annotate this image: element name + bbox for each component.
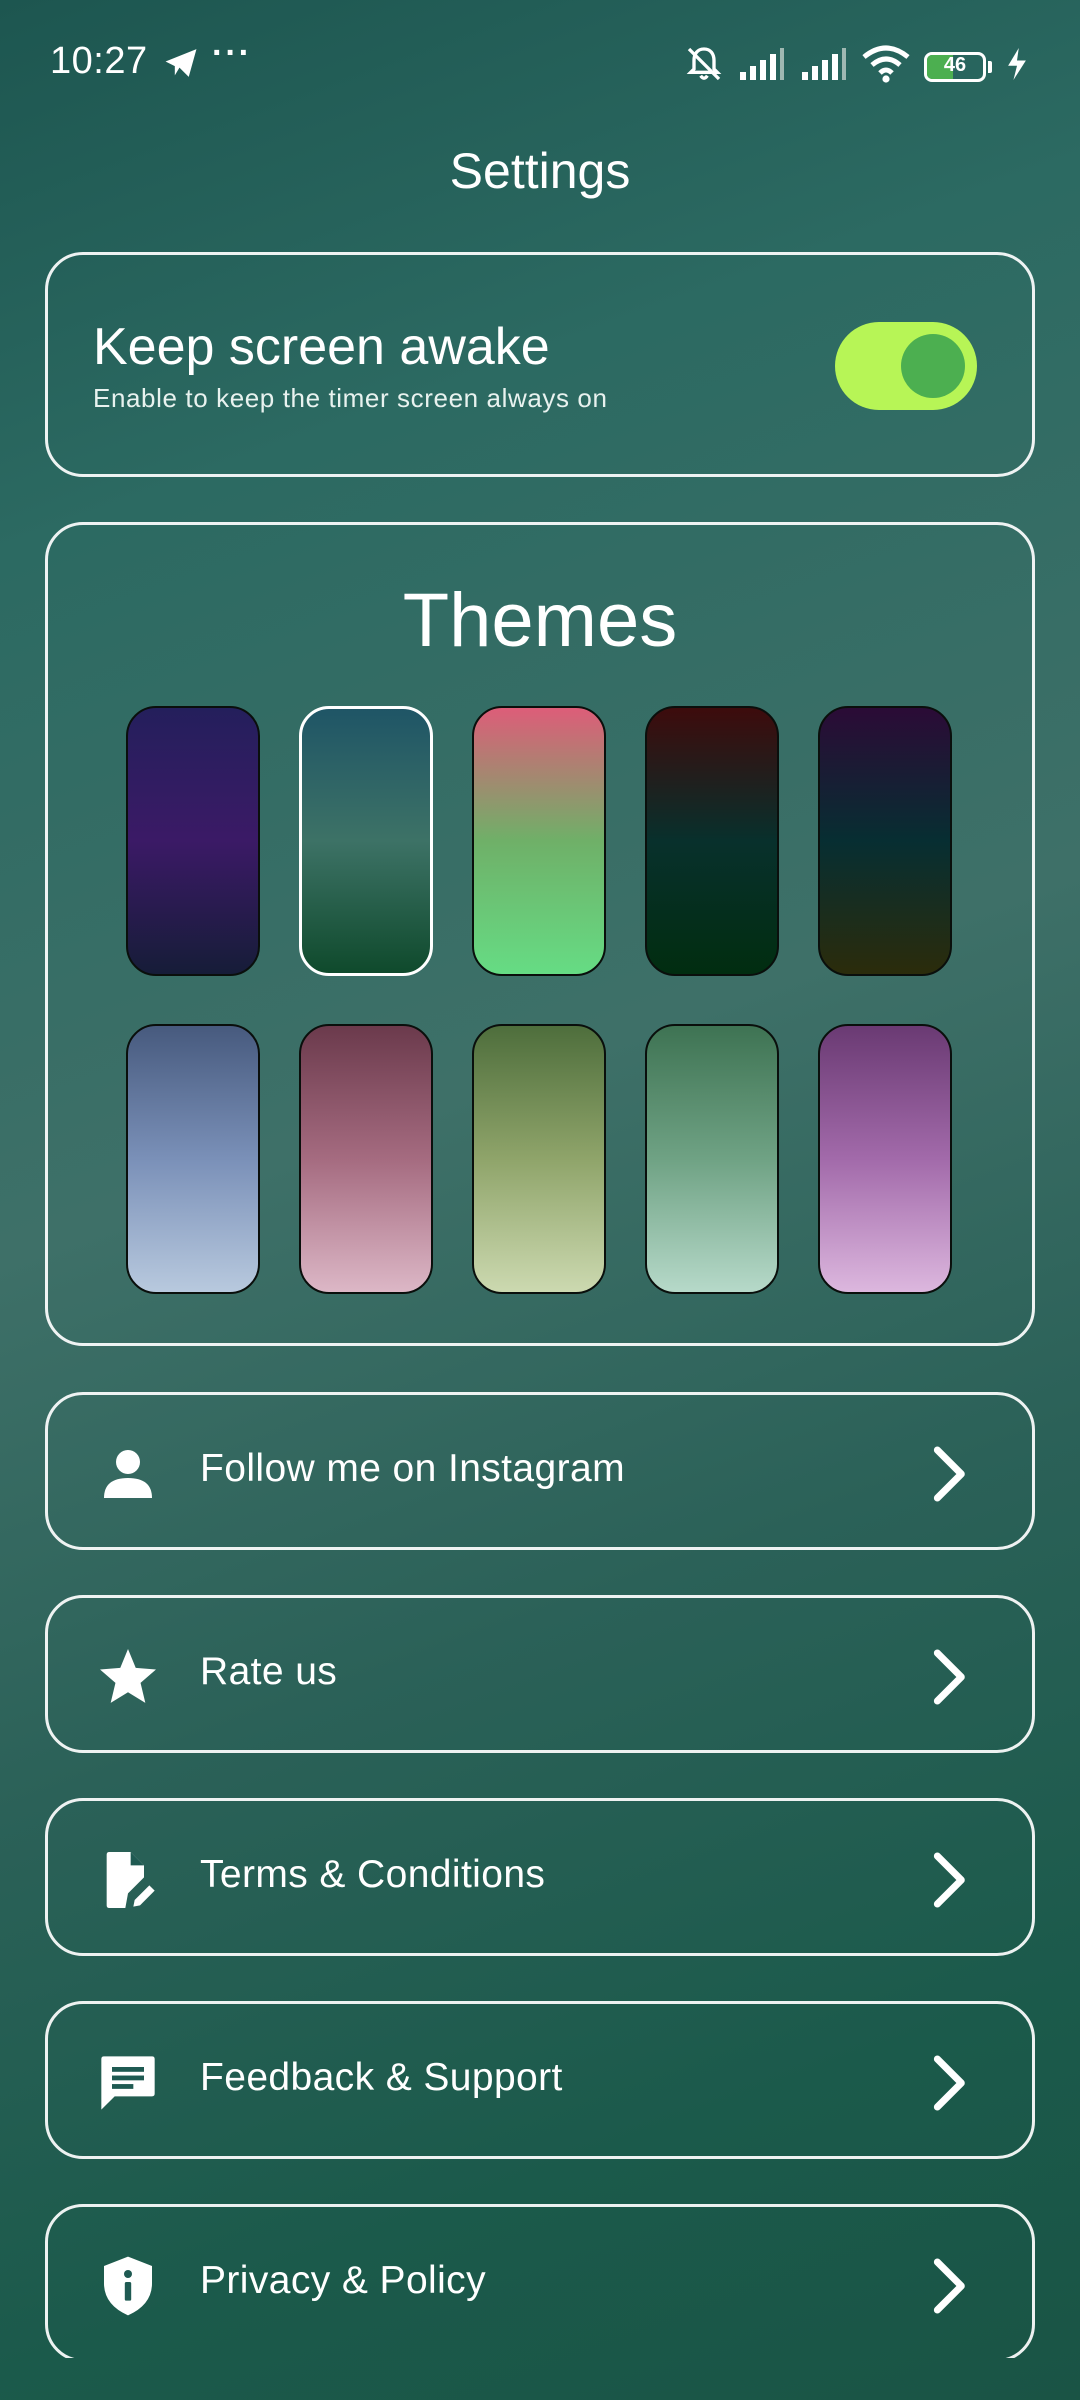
rate-us-row[interactable]: Rate us <box>45 1595 1035 1753</box>
privacy-label: Privacy & Policy <box>200 2259 486 2302</box>
keep-awake-toggle[interactable] <box>835 322 977 410</box>
theme-swatch-plum-olive[interactable] <box>818 706 952 976</box>
keep-awake-title: Keep screen awake <box>93 318 550 376</box>
shield-info-icon <box>96 2254 160 2318</box>
chevron-right-icon <box>916 2051 980 2115</box>
theme-swatch-wine-blush[interactable] <box>299 1024 433 1294</box>
signal-icon-sim1 <box>738 46 786 87</box>
battery-level: 46 <box>943 53 967 76</box>
keep-awake-subtitle: Enable to keep the timer screen always o… <box>93 383 608 413</box>
theme-swatch-moss-sage[interactable] <box>472 1024 606 1294</box>
document-edit-icon <box>96 1848 160 1912</box>
status-time: 10:27 <box>50 40 148 82</box>
battery-icon: 46 <box>924 51 986 82</box>
page-title: Settings <box>449 143 631 199</box>
signal-icon-sim2 <box>800 46 848 87</box>
screen: 10:27 ··· 46 Settings Keep screen awake … <box>0 0 1080 2358</box>
theme-swatch-fern-mist[interactable] <box>645 1024 779 1294</box>
star-icon <box>96 1645 160 1709</box>
chevron-right-icon <box>916 2254 980 2318</box>
terms-label: Terms & Conditions <box>200 1853 546 1896</box>
chat-icon <box>96 2051 160 2115</box>
theme-swatch-teal-forest[interactable] <box>299 706 433 976</box>
themes-card: Themes <box>45 522 1035 1346</box>
theme-swatch-rose-mint[interactable] <box>472 706 606 976</box>
charging-icon <box>1006 48 1028 85</box>
feedback-row[interactable]: Feedback & Support <box>45 2001 1035 2159</box>
toggle-knob <box>901 334 965 398</box>
theme-swatch-orchid[interactable] <box>818 1024 952 1294</box>
wifi-icon <box>862 45 910 88</box>
muted-bell-icon <box>684 44 724 89</box>
theme-swatch-indigo-night[interactable] <box>126 706 260 976</box>
rate-us-label: Rate us <box>200 1650 338 1693</box>
telegram-icon <box>162 46 200 85</box>
status-more-indicator: ··· <box>212 34 252 72</box>
chevron-right-icon <box>916 1848 980 1912</box>
instagram-label: Follow me on Instagram <box>200 1447 625 1490</box>
keep-awake-card: Keep screen awake Enable to keep the tim… <box>45 252 1035 477</box>
chevron-right-icon <box>916 1442 980 1506</box>
instagram-row[interactable]: Follow me on Instagram <box>45 1392 1035 1550</box>
battery-nub <box>988 60 992 73</box>
privacy-row[interactable]: Privacy & Policy <box>45 2204 1035 2358</box>
status-icons: 46 <box>684 44 1028 89</box>
theme-swatch-slate-sky[interactable] <box>126 1024 260 1294</box>
chevron-right-icon <box>916 1645 980 1709</box>
themes-title: Themes <box>402 578 678 663</box>
terms-row[interactable]: Terms & Conditions <box>45 1798 1035 1956</box>
person-icon <box>96 1442 160 1506</box>
theme-swatch-crimson-forest[interactable] <box>645 706 779 976</box>
feedback-label: Feedback & Support <box>200 2056 563 2099</box>
